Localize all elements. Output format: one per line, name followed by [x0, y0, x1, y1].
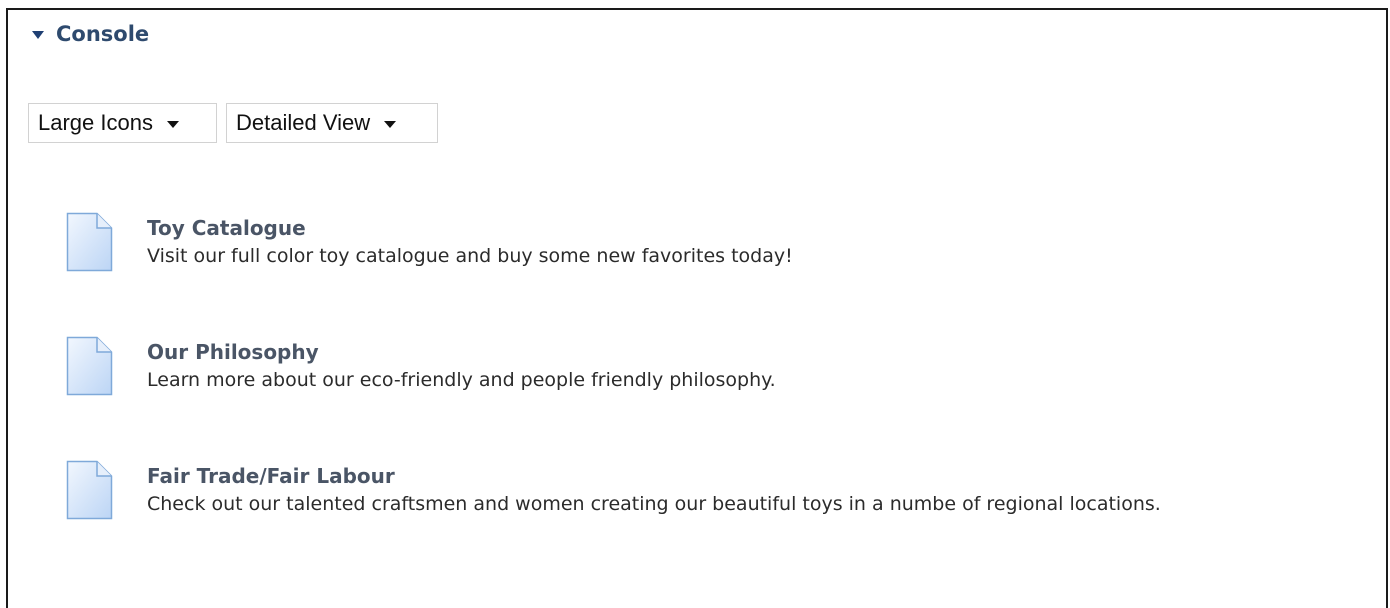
view-size-value: Large Icons [38, 110, 153, 135]
console-header[interactable]: Console [32, 20, 149, 48]
chevron-down-icon [384, 120, 397, 128]
chevron-down-icon [166, 120, 179, 128]
view-toolbar: Large Icons Detailed View [28, 103, 447, 143]
item-title-link[interactable]: Toy Catalogue [147, 214, 793, 242]
collapse-caret-icon[interactable] [32, 31, 44, 39]
view-size-dropdown[interactable]: Large Icons [28, 103, 217, 143]
item-description: Check out our talented craftsmen and wom… [147, 493, 1161, 515]
item-title-link[interactable]: Our Philosophy [147, 338, 776, 366]
item-title-link[interactable]: Fair Trade/Fair Labour [147, 462, 1161, 490]
view-mode-value: Detailed View [236, 110, 371, 135]
console-panel [6, 8, 1388, 608]
view-mode-dropdown[interactable]: Detailed View [226, 103, 438, 143]
document-icon [66, 336, 113, 396]
document-icon [66, 212, 113, 272]
document-icon [66, 460, 113, 520]
item-description: Visit our full color toy catalogue and b… [147, 245, 793, 267]
console-title: Console [56, 22, 150, 46]
item-description: Learn more about our eco-friendly and pe… [147, 369, 776, 391]
